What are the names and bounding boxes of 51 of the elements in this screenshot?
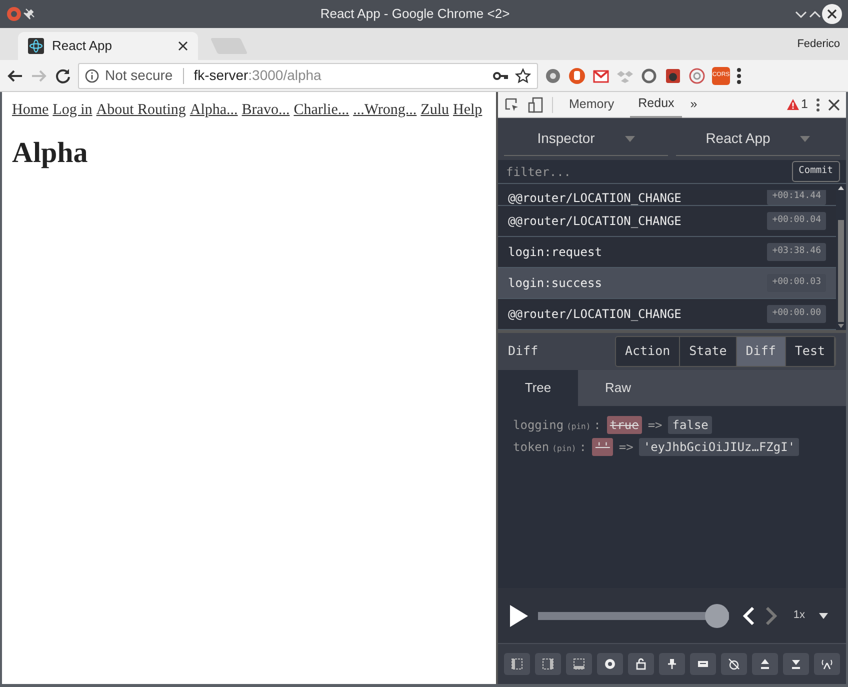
- sub-tab[interactable]: Tree: [498, 370, 578, 406]
- warning-indicator[interactable]: 1: [787, 95, 808, 114]
- view-tab[interactable]: State: [680, 337, 737, 366]
- action-time: +00:00.03: [767, 274, 826, 292]
- nav-link[interactable]: About Routing: [96, 102, 186, 118]
- profile-name[interactable]: Federico: [797, 36, 848, 52]
- action-name: @@router/LOCATION_CHANGE: [508, 306, 682, 323]
- diff-arrow: =>: [618, 439, 634, 456]
- action-row[interactable]: @@router/LOCATION_CHANGE +00:14.44: [498, 190, 836, 206]
- action-name: @@router/LOCATION_CHANGE: [508, 191, 682, 205]
- old-value: '': [592, 438, 613, 456]
- nav-link[interactable]: ...Wrong...: [353, 102, 417, 118]
- nav-link[interactable]: Alpha...: [190, 102, 238, 118]
- action-time: +00:00.00: [767, 305, 826, 323]
- view-tab[interactable]: Diff: [736, 337, 786, 366]
- instance-dropdown[interactable]: React App: [676, 122, 840, 156]
- diff-arrow: =>: [648, 417, 662, 434]
- sub-tab[interactable]: Raw: [578, 370, 658, 406]
- nav-link[interactable]: Bravo...: [242, 102, 290, 118]
- page-heading: Alpha: [12, 136, 89, 171]
- address-bar[interactable]: Not secure fk-server:3000/alpha: [78, 62, 538, 88]
- nav-link[interactable]: Help: [453, 102, 482, 118]
- new-value: false: [668, 416, 712, 434]
- action-time: +00:00.04: [767, 212, 826, 230]
- action-time: +00:14.44: [767, 190, 826, 205]
- security-label: Not secure: [105, 66, 173, 85]
- view-tab[interactable]: Test: [786, 337, 835, 366]
- devtools-tab[interactable]: Memory: [561, 92, 622, 118]
- more-tabs-button[interactable]: »: [690, 95, 698, 114]
- commit-button[interactable]: Commit: [792, 161, 840, 182]
- view-tab[interactable]: Action: [616, 337, 680, 366]
- nav-link[interactable]: Log in: [52, 102, 92, 118]
- action-name: login:request: [508, 244, 602, 261]
- browser-tab[interactable]: React App: [18, 32, 198, 60]
- new-value: 'eyJhbGciOiJIUz…FZgI': [639, 438, 800, 456]
- filter-field[interactable]: filter...: [504, 162, 792, 182]
- action-name: login:success: [508, 275, 602, 292]
- monitor-dropdown[interactable]: Inspector: [504, 122, 668, 156]
- diff-key: logging (pin) :: [513, 416, 601, 434]
- nav-link[interactable]: Zulu: [420, 102, 450, 118]
- nav-link[interactable]: Charlie...: [294, 102, 350, 118]
- old-value: true: [606, 416, 642, 434]
- action-row[interactable]: login:success +00:00.03: [498, 268, 836, 299]
- url-text: fk-server:3000/alpha: [194, 66, 322, 85]
- detail-title: Diff: [508, 342, 538, 360]
- diff-key: token (pin) :: [513, 438, 586, 456]
- action-time: +03:38.46: [767, 243, 826, 261]
- window-title: React App - Google Chrome <2>: [319, 5, 511, 24]
- speed-dropdown[interactable]: 1x: [787, 607, 834, 624]
- action-name: @@router/LOCATION_CHANGE: [508, 213, 682, 230]
- nav-link[interactable]: Home: [12, 102, 49, 118]
